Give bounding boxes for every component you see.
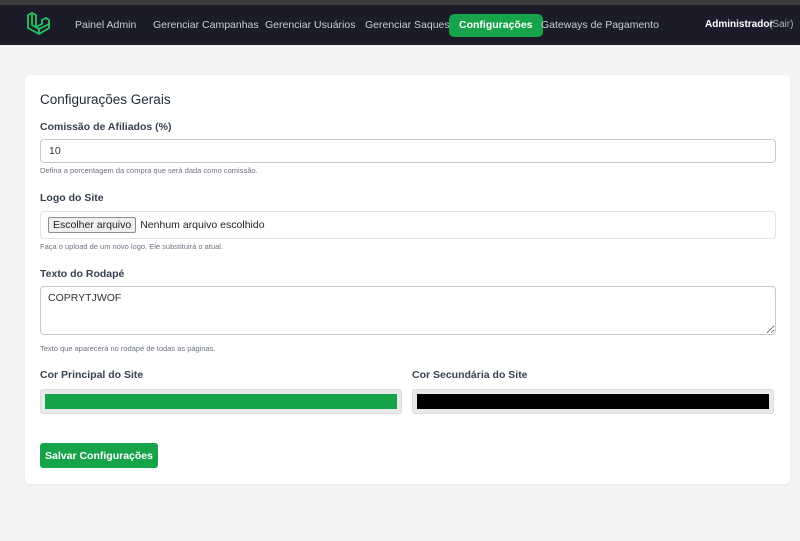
nav-gerenciar-usuarios[interactable]: Gerenciar Usuários <box>265 13 355 37</box>
commission-label: Comissão de Afiliados (%) <box>40 121 172 133</box>
nav-gerenciar-campanhas[interactable]: Gerenciar Campanhas <box>153 13 259 37</box>
commission-help: Defina a porcentagem da compra que será … <box>40 166 258 175</box>
logo-help: Faça o upload de um novo logo. Ele subst… <box>40 242 224 251</box>
logo-label: Logo do Site <box>40 192 104 204</box>
footer-textarea[interactable]: COPRYTJWOF <box>40 286 776 335</box>
page-title: Configurações Gerais <box>40 92 171 107</box>
nav-configuracoes[interactable]: Configurações <box>449 14 543 37</box>
nav-gateways-pagamento[interactable]: Gateways de Pagamento <box>541 13 659 37</box>
primary-color-picker[interactable] <box>40 389 402 414</box>
laravel-logo-icon[interactable] <box>26 12 50 38</box>
file-status-text: Nenhum arquivo escolhido <box>140 219 265 231</box>
secondary-color-swatch <box>417 394 769 409</box>
secondary-color-label: Cor Secundária do Site <box>412 369 528 381</box>
choose-file-button[interactable]: Escolher arquivo <box>48 217 137 233</box>
top-navbar: Painel Admin Gerenciar Campanhas Gerenci… <box>0 5 800 45</box>
primary-color-swatch <box>45 394 397 409</box>
user-name: Administrador <box>705 19 774 30</box>
footer-help: Texto que aparecerá no rodapé de todas a… <box>40 344 216 353</box>
save-settings-button[interactable]: Salvar Configurações <box>40 443 158 468</box>
logout-link[interactable]: (Sair) <box>769 13 793 37</box>
primary-color-label: Cor Principal do Site <box>40 369 144 381</box>
nav-painel-admin[interactable]: Painel Admin <box>75 13 136 37</box>
logo-file-input[interactable]: Escolher arquivo Nenhum arquivo escolhid… <box>40 211 776 239</box>
footer-label: Texto do Rodapé <box>40 268 125 280</box>
settings-card: Configurações Gerais Comissão de Afiliad… <box>25 75 790 484</box>
secondary-color-picker[interactable] <box>412 389 774 414</box>
commission-input[interactable] <box>40 139 776 163</box>
nav-gerenciar-saques[interactable]: Gerenciar Saques <box>365 13 450 37</box>
